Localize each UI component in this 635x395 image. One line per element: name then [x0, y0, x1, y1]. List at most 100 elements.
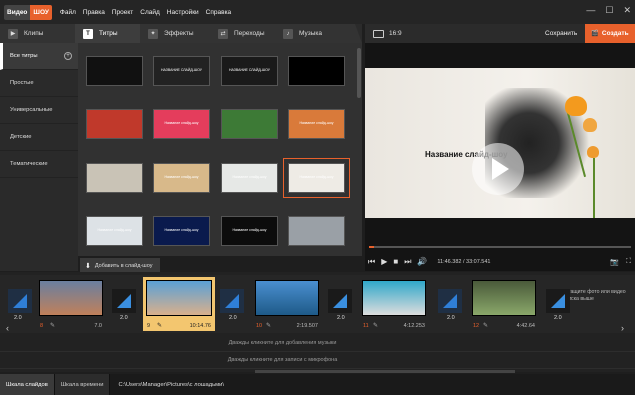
menu-slide[interactable]: Слайд — [140, 9, 160, 16]
scroll-right-icon[interactable]: › — [621, 323, 624, 333]
pencil-icon[interactable]: ✎ — [266, 322, 271, 329]
menu-project[interactable]: Проект — [112, 9, 133, 16]
title-thumbnail[interactable] — [86, 56, 143, 86]
title-thumbnail[interactable]: Название слайд-шоу — [153, 109, 210, 139]
title-thumbnail[interactable]: Название слайд-шоу — [221, 163, 278, 193]
pencil-icon[interactable]: ✎ — [50, 322, 55, 329]
effects-icon: ✦ — [148, 28, 158, 39]
menu-settings[interactable]: Настройки — [167, 9, 199, 16]
tab-time-scale[interactable]: Шкала времени — [54, 374, 111, 395]
menu-bar: Файл Правка Проект Слайд Настройки Справ… — [60, 9, 238, 16]
camera-icon[interactable]: 📷 — [610, 258, 619, 266]
timeline-slide[interactable]: 10 ✎ 2:19.507 — [252, 277, 322, 331]
next-icon[interactable]: ⏭ — [404, 258, 411, 266]
transition-icon[interactable] — [220, 289, 244, 313]
project-path: C:\Users\Manager\Pictures\с лошадьми\ — [118, 381, 224, 388]
pencil-icon[interactable]: ✎ — [157, 322, 162, 329]
plus-icon[interactable]: + — [64, 52, 72, 60]
transitions-icon: ⇄ — [218, 28, 228, 39]
titles-category-sidebar: Все титры + Простые Универсальные Детски… — [0, 43, 78, 271]
title-thumbnail[interactable] — [86, 109, 143, 139]
title-thumbnail[interactable]: Название слайд-шоу — [153, 216, 210, 246]
transition-duration: 2.0 — [554, 315, 562, 321]
add-to-slideshow-button[interactable]: ⬇ Добавить в слайд-шоу — [80, 258, 160, 273]
transition-duration: 2.0 — [14, 315, 22, 321]
app-logo: Видео ШОУ — [4, 4, 52, 20]
menu-help[interactable]: Справка — [206, 9, 232, 16]
thumbnail-caption: Название слайд-шоу — [97, 228, 132, 232]
window-controls: — ☐ ✕ — [586, 5, 631, 15]
logo-brand: ШОУ — [30, 4, 52, 20]
tab-clips[interactable]: ▶ Клипы — [0, 24, 82, 43]
sidebar-item-thematic[interactable]: Тематические — [0, 151, 78, 178]
scroll-left-icon[interactable]: ‹ — [6, 323, 9, 333]
title-thumbnail[interactable]: Название слайд-шоу — [153, 163, 210, 193]
playback-progress-bar[interactable] — [369, 246, 631, 248]
transition-icon[interactable] — [8, 289, 32, 313]
create-button[interactable]: 🎬 Создать — [585, 24, 635, 43]
thumbnail-caption: Название слайд-шоу — [232, 228, 267, 232]
sidebar-item-kids[interactable]: Детские — [0, 124, 78, 151]
transition-icon[interactable] — [112, 289, 136, 313]
sidebar-item-label: Все титры — [10, 53, 38, 59]
timeline-scrollbar[interactable] — [255, 370, 515, 373]
playback-controls: ⏮ ▶ ■ ⏭ 🔊 11:46.382 / 33:07.541 — [368, 258, 491, 266]
thumbnail-caption: Название слайд-шоу — [164, 121, 199, 125]
title-thumbnail[interactable] — [221, 109, 278, 139]
tab-slide-scale[interactable]: Шкала слайдов — [0, 374, 55, 395]
aspect-ratio-selector[interactable]: 16:9 — [373, 29, 402, 38]
save-button[interactable]: Сохранить — [545, 30, 577, 37]
title-thumbnail[interactable]: НАЗВАНИЕ СЛАЙД-ШОУ — [153, 56, 210, 86]
thumbnail-caption: Название слайд-шоу — [232, 175, 267, 179]
stop-icon[interactable]: ■ — [393, 258, 398, 266]
timeline-slide[interactable]: 9 ✎ 10:14.76 — [143, 277, 215, 331]
pencil-icon[interactable]: ✎ — [373, 322, 378, 329]
slide-number: 12 — [473, 323, 480, 329]
pencil-icon[interactable]: ✎ — [483, 322, 488, 329]
tab-effects[interactable]: ✦ Эффекты — [140, 24, 220, 43]
slide-number: 10 — [256, 323, 263, 329]
fullscreen-icon[interactable]: ⛶ — [626, 258, 631, 266]
menu-edit[interactable]: Правка — [83, 9, 105, 16]
transition-duration: 2.0 — [120, 315, 128, 321]
title-thumbnail[interactable]: НАЗВАНИЕ СЛАЙД-ШОУ — [221, 56, 278, 86]
transition-icon[interactable] — [328, 289, 352, 313]
title-thumbnail[interactable]: Название слайд-шоу — [86, 216, 143, 246]
grid-scrollbar[interactable] — [357, 48, 361, 98]
maximize-icon[interactable]: ☐ — [605, 5, 613, 15]
transition-icon[interactable] — [438, 289, 462, 313]
transition-icon[interactable] — [546, 289, 570, 313]
minimize-icon[interactable]: — — [586, 5, 595, 15]
timeline-slide[interactable]: 12 ✎ 4:42.64 — [469, 277, 539, 331]
menu-file[interactable]: Файл — [60, 9, 76, 16]
title-thumbnail[interactable]: Название слайд-шоу — [221, 216, 278, 246]
flower — [565, 96, 587, 116]
slide-thumbnail — [255, 280, 319, 316]
volume-icon[interactable]: 🔊 — [417, 258, 427, 266]
close-icon[interactable]: ✕ — [623, 5, 631, 15]
music-track[interactable]: Дважды кликните для добавления музыки — [0, 335, 635, 352]
timeline-slide[interactable]: 11 ✎ 4:12.253 — [359, 277, 429, 331]
sidebar-item-universal[interactable]: Универсальные — [0, 97, 78, 124]
tab-titles[interactable]: T Титры — [75, 24, 151, 43]
flower-stem — [593, 158, 595, 218]
timeline-slide[interactable]: 8 ✎ 7.0 — [36, 277, 106, 331]
voice-track[interactable]: Дважды кликните для записи с микрофона — [0, 352, 635, 369]
sidebar-item-all-titles[interactable]: Все титры + — [0, 43, 78, 70]
tab-music[interactable]: ♪ Музыка — [275, 24, 362, 43]
title-thumbnail[interactable] — [288, 216, 345, 246]
slide-duration: 10:14.76 — [189, 323, 211, 329]
title-thumbnail[interactable]: Название слайд-шоу — [283, 158, 350, 198]
previous-icon[interactable]: ⏮ — [368, 258, 375, 266]
sidebar-item-simple[interactable]: Простые — [0, 70, 78, 97]
play-icon[interactable]: ▶ — [381, 258, 387, 266]
play-overlay-button[interactable] — [472, 143, 524, 195]
transition-duration: 2.0 — [447, 315, 455, 321]
voice-track-hint: Дважды кликните для записи с микрофона — [227, 357, 338, 363]
slide-thumbnail — [472, 280, 536, 316]
title-thumbnail[interactable] — [86, 163, 143, 193]
slide-strip: ‹ › Перетащите фото или видео из списка … — [0, 275, 635, 333]
title-thumbnail[interactable]: Название слайд-шоу — [288, 109, 345, 139]
title-thumbnail[interactable] — [288, 56, 345, 86]
tab-label: Титры — [99, 30, 118, 37]
